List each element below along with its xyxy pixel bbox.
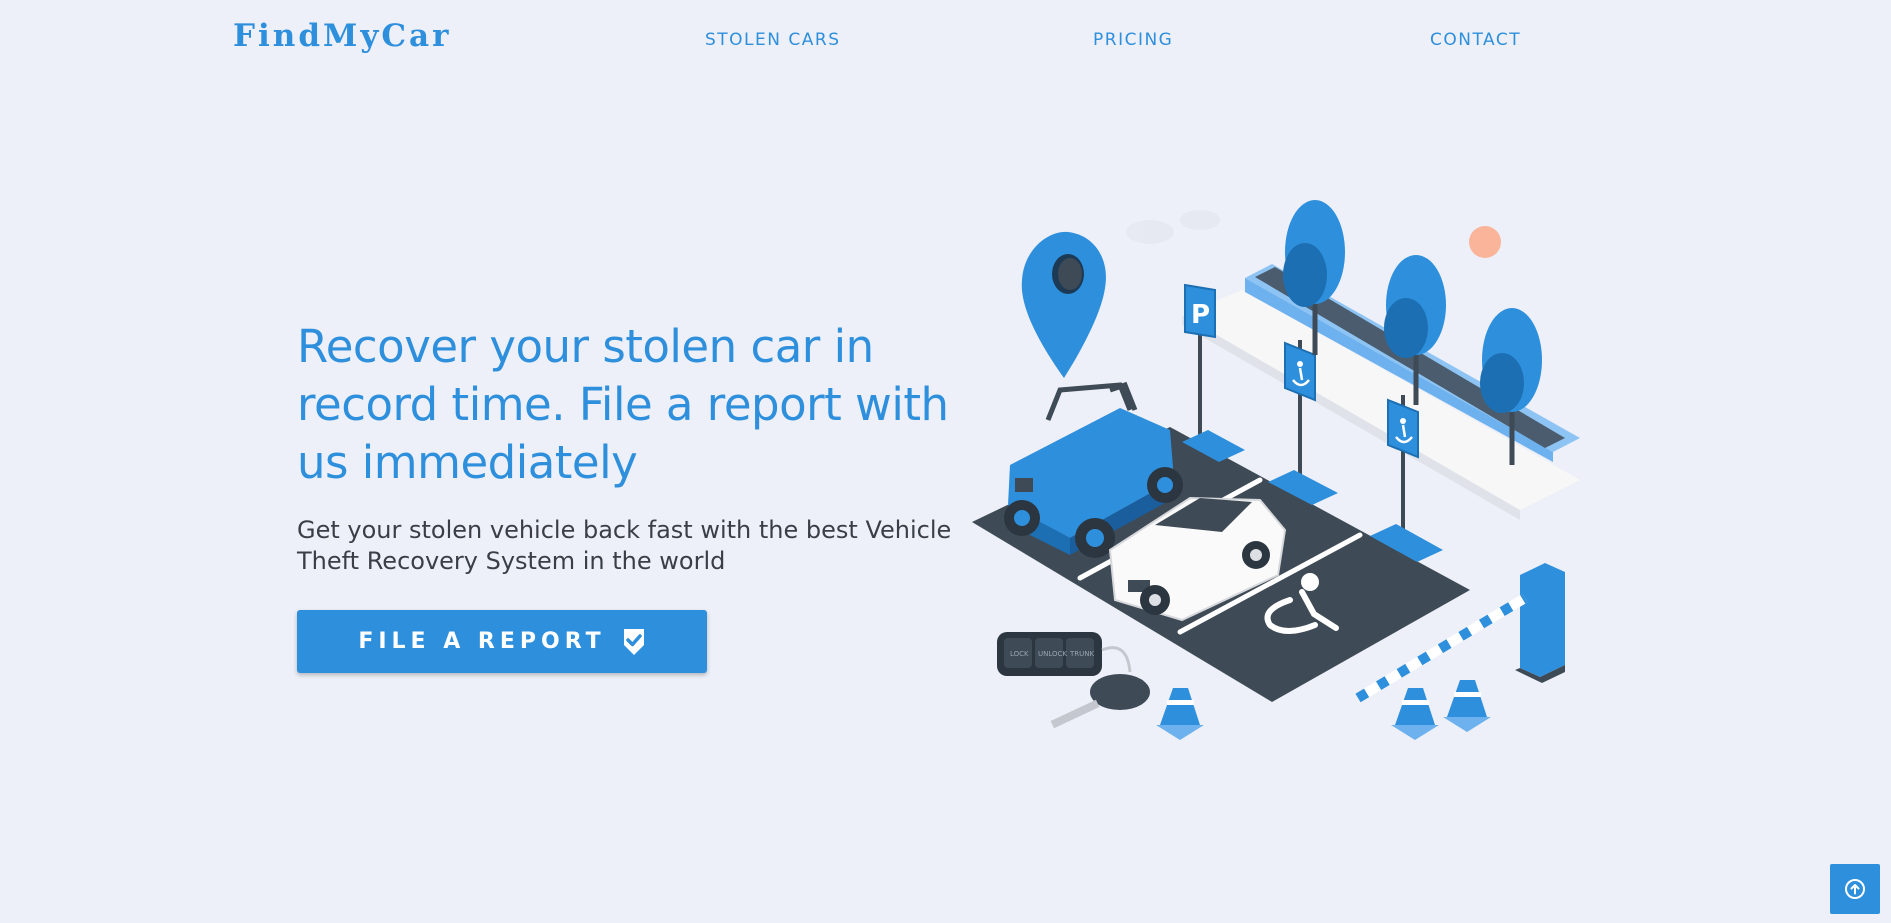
- key-fob-button-2: UNLOCK: [1038, 650, 1067, 658]
- location-pin-icon: [1021, 231, 1106, 378]
- hero-subtitle: Get your stolen vehicle back fast with t…: [297, 516, 952, 575]
- scroll-to-top-button[interactable]: [1830, 864, 1880, 914]
- traffic-cone-icon: [1156, 688, 1204, 740]
- parking-sign: P: [1184, 283, 1216, 450]
- shield-check-icon: [622, 627, 646, 657]
- brand-logo[interactable]: FindMyCar: [233, 18, 451, 54]
- file-report-button[interactable]: FILE A REPORT: [297, 610, 707, 673]
- parking-sign-label: P: [1191, 300, 1210, 330]
- traffic-cone-icon: [1443, 680, 1491, 732]
- nav-link-pricing[interactable]: PRICING: [1093, 30, 1173, 50]
- nav-link-stolen-cars[interactable]: STOLEN CARS: [705, 30, 841, 50]
- file-report-label: FILE A REPORT: [358, 629, 606, 654]
- hero-title: Recover your stolen car in record time. …: [297, 320, 949, 489]
- key-fob-button-1: LOCK: [1010, 650, 1029, 658]
- cloud-icon: [1126, 210, 1220, 244]
- key-fob-button-3: TRUNK: [1069, 650, 1094, 658]
- arrow-up-circle-icon: [1844, 878, 1866, 900]
- parking-lot-illustration: P LOCK UNLOCK TRUNK: [972, 200, 1580, 740]
- car-key-icon: LOCK UNLOCK TRUNK: [997, 632, 1150, 729]
- sun-icon: [1469, 226, 1501, 258]
- traffic-cone-icon: [1391, 688, 1439, 740]
- nav-link-contact[interactable]: CONTACT: [1430, 30, 1521, 50]
